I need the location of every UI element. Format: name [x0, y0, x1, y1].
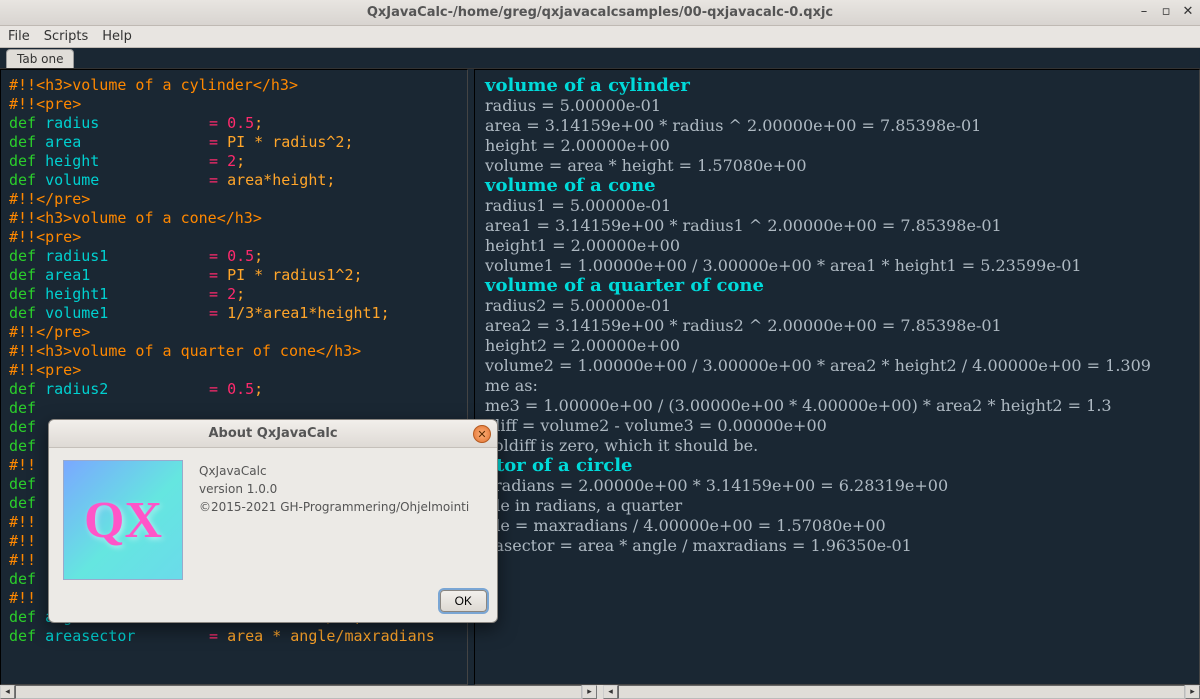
about-titlebar: About QxJavaCalc ✕ — [49, 420, 497, 448]
output-heading: ctor of a circle — [485, 456, 1189, 476]
horizontal-scrollbars: ◂ ▸ ◂ ▸ — [0, 685, 1200, 699]
window-titlebar: QxJavaCalc-/home/greg/qxjavacalcsamples/… — [0, 0, 1200, 26]
about-logo: QX — [63, 460, 183, 580]
output-heading: volume of a quarter of cone — [485, 276, 1189, 296]
output-line: gle = maxradians / 4.00000e+00 = 1.57080… — [485, 516, 1189, 536]
scrollbar-track-left[interactable] — [15, 685, 582, 699]
scroll-right-icon[interactable]: ▸ — [1185, 685, 1200, 699]
output-line: radius = 5.00000e-01 — [485, 96, 1189, 116]
output-line: ldiff = volume2 - volume3 = 0.00000e+00 — [485, 416, 1189, 436]
about-appname: QxJavaCalc — [199, 462, 469, 480]
about-version: version 1.0.0 — [199, 480, 469, 498]
output-line: me3 = 1.00000e+00 / (3.00000e+00 * 4.000… — [485, 396, 1189, 416]
output-line: height2 = 2.00000e+00 — [485, 336, 1189, 356]
about-close-icon[interactable]: ✕ — [473, 425, 491, 443]
output-line: radius1 = 5.00000e-01 — [485, 196, 1189, 216]
output-line: voldiff is zero, which it should be. — [485, 436, 1189, 456]
minimize-icon[interactable]: – — [1136, 3, 1152, 19]
output-line: area2 = 3.14159e+00 * radius2 ^ 2.00000e… — [485, 316, 1189, 336]
output-line: height1 = 2.00000e+00 — [485, 236, 1189, 256]
output-line: area = 3.14159e+00 * radius ^ 2.00000e+0… — [485, 116, 1189, 136]
menu-scripts[interactable]: Scripts — [44, 29, 88, 44]
output-line: area1 = 3.14159e+00 * radius1 ^ 2.00000e… — [485, 216, 1189, 236]
maximize-icon[interactable]: ▫ — [1158, 3, 1174, 19]
about-title-label: About QxJavaCalc — [208, 426, 337, 441]
output-line: gle in radians, a quarter — [485, 496, 1189, 516]
tabstrip: Tab one — [0, 48, 1200, 69]
output-heading: volume of a cone — [485, 176, 1189, 196]
output-line: volume1 = 1.00000e+00 / 3.00000e+00 * ar… — [485, 256, 1189, 276]
about-copyright: ©2015-2021 GH-Programmering/Ohjelmointi — [199, 498, 469, 516]
output-line: radius2 = 5.00000e-01 — [485, 296, 1189, 316]
tab-one[interactable]: Tab one — [6, 49, 74, 68]
about-ok-button[interactable]: OK — [440, 590, 487, 612]
scrollbar-track-right[interactable] — [618, 685, 1185, 699]
menu-help[interactable]: Help — [102, 29, 132, 44]
scroll-left-icon[interactable]: ◂ — [0, 685, 15, 699]
output-line: easector = area * angle / maxradians = 1… — [485, 536, 1189, 556]
output-line: me as: — [485, 376, 1189, 396]
scroll-right-icon[interactable]: ▸ — [582, 685, 597, 699]
close-icon[interactable]: ✕ — [1180, 3, 1196, 19]
scroll-left-icon[interactable]: ◂ — [603, 685, 618, 699]
menubar: File Scripts Help — [0, 26, 1200, 48]
window-title: QxJavaCalc-/home/greg/qxjavacalcsamples/… — [367, 5, 833, 20]
about-dialog: About QxJavaCalc ✕ QX QxJavaCalc version… — [48, 419, 498, 623]
output-line: xradians = 2.00000e+00 * 3.14159e+00 = 6… — [485, 476, 1189, 496]
output-heading: volume of a cylinder — [485, 76, 1189, 96]
output-line: height = 2.00000e+00 — [485, 136, 1189, 156]
output-pane[interactable]: volume of a cylinder radius = 5.00000e-0… — [474, 69, 1200, 685]
menu-file[interactable]: File — [8, 29, 30, 44]
output-line: volume = area * height = 1.57080e+00 — [485, 156, 1189, 176]
about-text: QxJavaCalc version 1.0.0 ©2015-2021 GH-P… — [199, 460, 469, 580]
output-line: volume2 = 1.00000e+00 / 3.00000e+00 * ar… — [485, 356, 1189, 376]
